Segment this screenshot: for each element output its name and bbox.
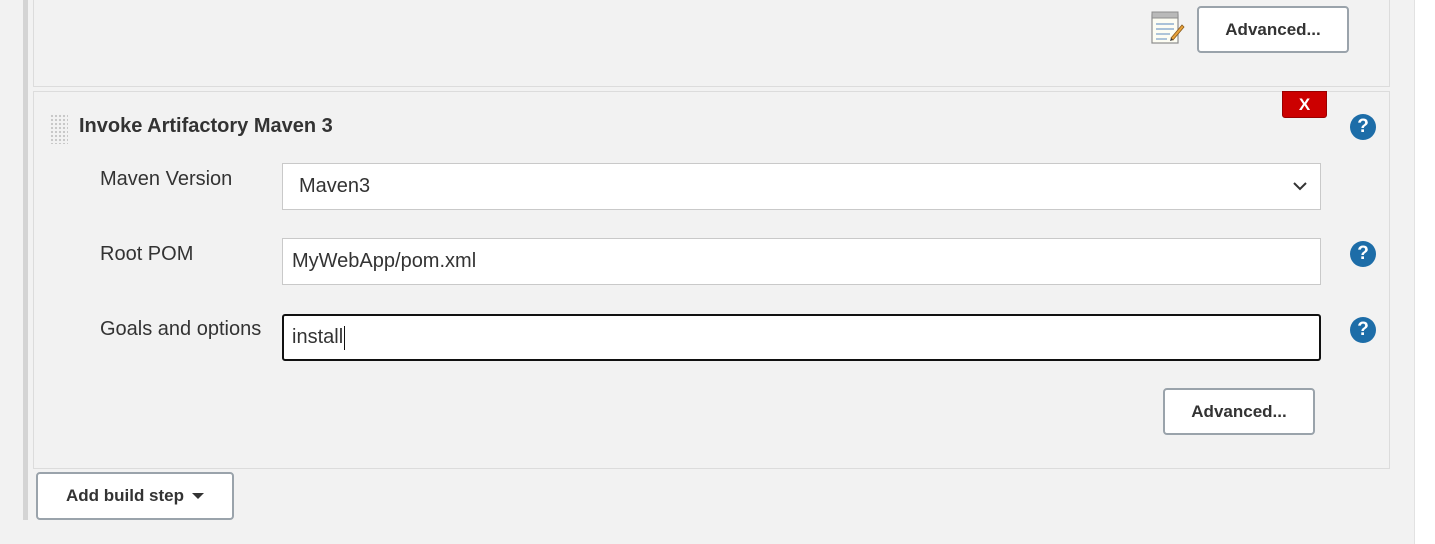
delete-step-button[interactable]: X [1282, 91, 1327, 118]
goals-help-icon[interactable]: ? [1350, 317, 1376, 343]
advanced-button-previous-step[interactable]: Advanced... [1197, 6, 1349, 53]
root-pom-help-icon[interactable]: ? [1350, 241, 1376, 267]
add-build-step-button[interactable]: Add build step [36, 472, 234, 520]
step-help-icon[interactable]: ? [1350, 114, 1376, 140]
notepad-icon[interactable] [1149, 10, 1185, 46]
goals-options-input[interactable]: install [282, 314, 1321, 361]
maven-version-label: Maven Version [100, 168, 233, 190]
chevron-down-icon [1293, 182, 1307, 191]
build-steps-page: Advanced... Invoke Artifactory Maven 3 X… [0, 0, 1435, 544]
goals-options-value: install [292, 326, 344, 348]
root-pom-input[interactable]: MyWebApp/pom.xml [282, 238, 1321, 285]
root-pom-label: Root POM [100, 243, 194, 265]
previous-build-step-section: Advanced... [33, 0, 1390, 87]
text-cursor [344, 325, 346, 350]
root-pom-value: MyWebApp/pom.xml [292, 250, 477, 272]
caret-down-icon [192, 493, 205, 499]
maven-version-value: Maven3 [299, 175, 371, 197]
maven-version-select[interactable]: Maven3 [282, 163, 1321, 210]
goals-options-label: Goals and options [100, 318, 262, 340]
step-title: Invoke Artifactory Maven 3 [79, 115, 333, 137]
left-gutter-bar [23, 0, 28, 520]
drag-handle-icon[interactable] [50, 114, 68, 144]
page-right-edge [1414, 0, 1435, 544]
add-build-step-label: Add build step [65, 486, 185, 505]
advanced-button[interactable]: Advanced... [1163, 388, 1315, 435]
artifactory-maven-step: Invoke Artifactory Maven 3 X ? Maven Ver… [33, 91, 1390, 469]
